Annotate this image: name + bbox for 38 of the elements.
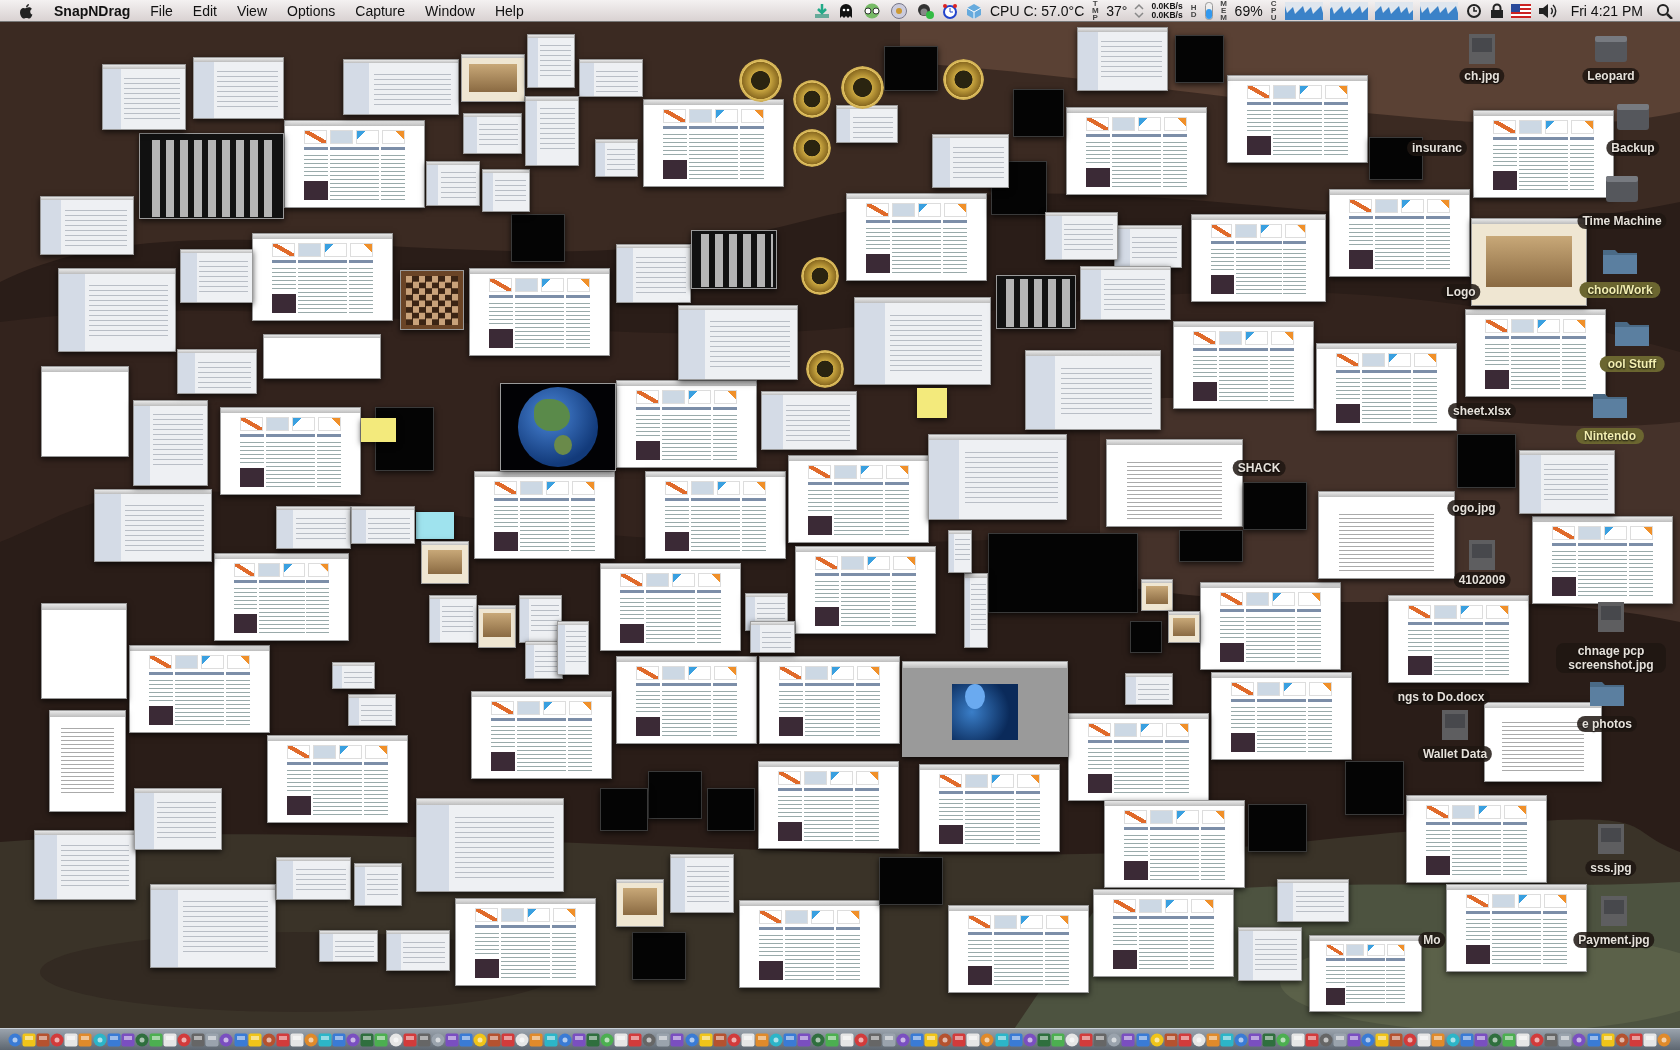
icon-label[interactable]: SHACK (1232, 460, 1286, 476)
icon-label[interactable]: ogo.jpg (1447, 500, 1501, 516)
download-rate: 0.0KB/s (1151, 10, 1183, 20)
clock[interactable]: Fri 4:21 PM (1570, 2, 1643, 19)
icon-label[interactable]: sheet.xlsx (1448, 403, 1516, 419)
memory-label: MEM (1219, 0, 1228, 21)
menu-item[interactable]: Window (415, 2, 485, 19)
icon-label[interactable]: ool Stuff (1599, 356, 1665, 372)
cpu-label: CPU (1269, 0, 1278, 21)
sensor-label: TMP (1091, 0, 1100, 21)
memory-reading: 69% (1234, 2, 1263, 19)
icon-label[interactable]: Payment.jpg (1573, 932, 1655, 948)
icon-label[interactable]: Wallet Data (1417, 746, 1493, 762)
menu-item[interactable]: Options (277, 2, 346, 19)
icon-label[interactable]: ngs to Do.docx (1392, 689, 1490, 705)
temperature-reading: 37° (1106, 2, 1128, 19)
app-menu[interactable]: SnapNDrag (44, 2, 141, 19)
icon-label[interactable]: Mo (1418, 932, 1446, 948)
icon-label[interactable]: insuranc (1407, 140, 1467, 156)
menu-item[interactable]: Help (484, 2, 534, 19)
icon-label[interactable]: Time Machine (1577, 213, 1667, 229)
cpu-temperature: CPU C: 57.0°C (989, 2, 1085, 19)
disk-label: HD (1189, 3, 1198, 18)
icon-label[interactable]: ch.jpg (1459, 68, 1505, 84)
icon-label[interactable]: 4102009 (1453, 572, 1511, 588)
icon-label[interactable]: sss.jpg (1585, 860, 1637, 876)
menu-item[interactable]: View (226, 2, 277, 19)
icon-label[interactable]: Leopard (1582, 68, 1640, 84)
menu-item[interactable]: Capture (345, 2, 416, 19)
icon-label[interactable]: Logo (1441, 284, 1481, 300)
icon-label[interactable]: Nintendo (1576, 428, 1644, 444)
icon-label[interactable]: Backup (1606, 140, 1660, 156)
menu-item[interactable]: Edit (182, 2, 227, 19)
menu-item[interactable]: File (140, 2, 183, 19)
upload-rate: 0.0KB/s (1151, 1, 1183, 11)
icon-label[interactable]: chnage pcp screenshot.jpg (1556, 643, 1666, 673)
icon-label[interactable]: chool/Work (1579, 282, 1661, 298)
icon-label[interactable]: e photos (1577, 716, 1637, 732)
